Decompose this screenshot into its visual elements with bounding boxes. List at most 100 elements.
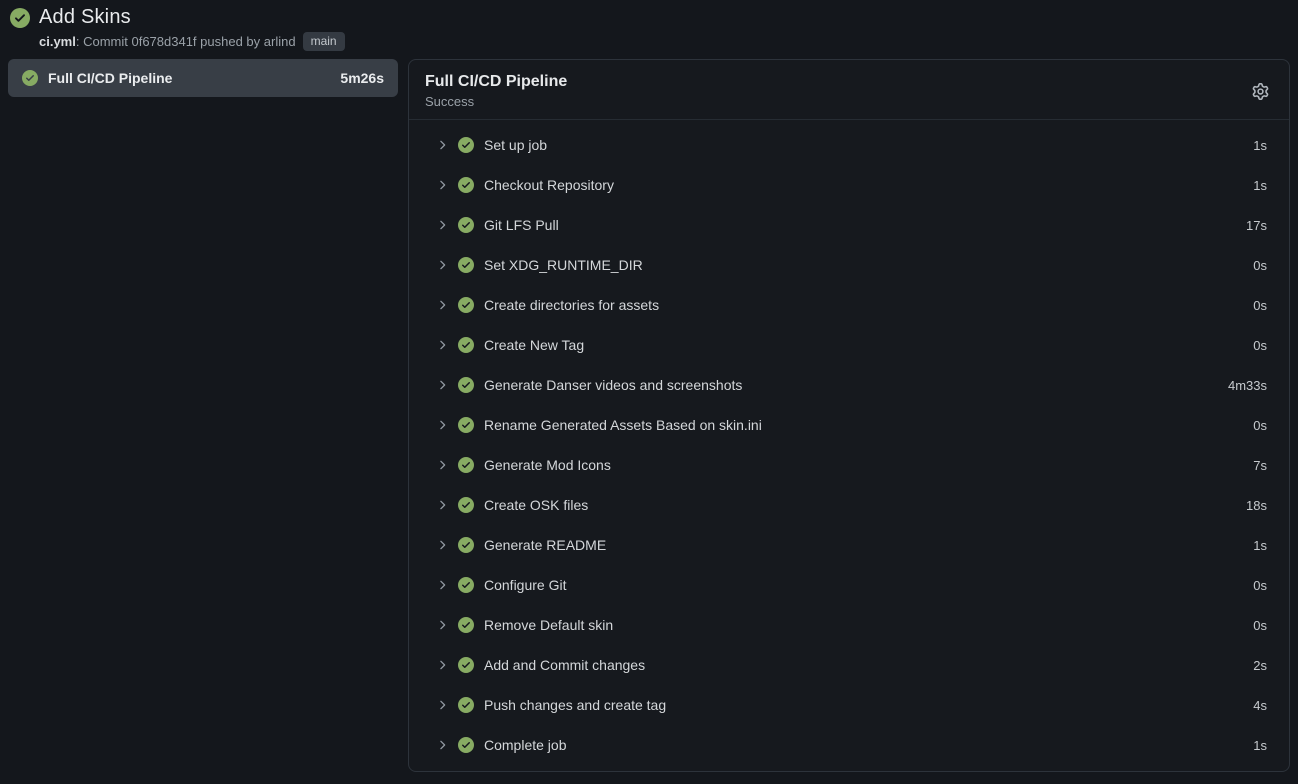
step-row[interactable]: Remove Default skin 0s: [409, 605, 1289, 645]
step-status-success-icon: [458, 377, 484, 393]
chevron-right-icon: [435, 378, 449, 392]
step-status-success-icon: [458, 177, 484, 193]
step-status-success-icon: [458, 737, 484, 753]
workflow-file-name: ci.yml: [39, 34, 76, 49]
job-detail-header-text: Full CI/CD Pipeline Success: [425, 73, 567, 109]
step-status-success-icon: [458, 657, 484, 673]
step-status-success-icon: [458, 337, 484, 353]
job-settings-button[interactable]: [1247, 78, 1273, 104]
step-name: Git LFS Pull: [484, 217, 1246, 233]
job-name: Full CI/CD Pipeline: [48, 70, 330, 86]
step-duration: 1s: [1253, 138, 1267, 153]
step-status-success-icon: [458, 297, 484, 313]
step-status-success-icon: [458, 457, 484, 473]
commit-hash-link[interactable]: 0f678d341f: [131, 34, 196, 49]
chevron-right-icon: [435, 218, 449, 232]
step-name: Generate Danser videos and screenshots: [484, 377, 1228, 393]
job-duration: 5m26s: [340, 70, 384, 86]
step-row[interactable]: Create New Tag 0s: [409, 325, 1289, 365]
step-duration: 0s: [1253, 618, 1267, 633]
chevron-right-icon: [435, 738, 449, 752]
step-name: Generate Mod Icons: [484, 457, 1253, 473]
step-status-success-icon: [458, 217, 484, 233]
step-name: Rename Generated Assets Based on skin.in…: [484, 417, 1253, 433]
step-name: Add and Commit changes: [484, 657, 1253, 673]
step-row[interactable]: Set XDG_RUNTIME_DIR 0s: [409, 245, 1289, 285]
step-duration: 17s: [1246, 218, 1267, 233]
chevron-right-icon: [435, 698, 449, 712]
step-duration: 0s: [1253, 258, 1267, 273]
step-row[interactable]: Git LFS Pull 17s: [409, 205, 1289, 245]
run-header: Add Skins ci.yml: Commit 0f678d341f push…: [0, 0, 1298, 59]
step-row[interactable]: Create directories for assets 0s: [409, 285, 1289, 325]
step-status-success-icon: [458, 137, 484, 153]
step-name: Remove Default skin: [484, 617, 1253, 633]
step-name: Create OSK files: [484, 497, 1246, 513]
step-duration: 0s: [1253, 418, 1267, 433]
run-subtitle: ci.yml: Commit 0f678d341f pushed by arli…: [39, 32, 1288, 51]
gear-icon: [1252, 83, 1269, 100]
step-name: Complete job: [484, 737, 1253, 753]
chevron-right-icon: [435, 498, 449, 512]
step-status-success-icon: [458, 577, 484, 593]
commit-author-link[interactable]: arlind: [264, 34, 296, 49]
run-status-success-icon: [10, 8, 30, 28]
step-name: Set XDG_RUNTIME_DIR: [484, 257, 1253, 273]
step-row[interactable]: Generate README 1s: [409, 525, 1289, 565]
step-duration: 1s: [1253, 538, 1267, 553]
step-status-success-icon: [458, 617, 484, 633]
job-detail-header: Full CI/CD Pipeline Success: [409, 60, 1289, 119]
job-detail-panel: Full CI/CD Pipeline Success Set up job: [408, 59, 1290, 772]
chevron-right-icon: [435, 178, 449, 192]
chevron-right-icon: [435, 458, 449, 472]
step-duration: 4m33s: [1228, 378, 1267, 393]
sidebar-job-item[interactable]: Full CI/CD Pipeline 5m26s: [8, 59, 398, 97]
step-row[interactable]: Configure Git 0s: [409, 565, 1289, 605]
step-duration: 0s: [1253, 298, 1267, 313]
steps-list: Set up job 1s Checkout Repository 1s: [409, 119, 1289, 772]
step-row[interactable]: Generate Mod Icons 7s: [409, 445, 1289, 485]
step-name: Push changes and create tag: [484, 697, 1253, 713]
chevron-right-icon: [435, 258, 449, 272]
step-status-success-icon: [458, 257, 484, 273]
step-status-success-icon: [458, 417, 484, 433]
run-content: Full CI/CD Pipeline 5m26s Full CI/CD Pip…: [0, 59, 1298, 772]
step-duration: 4s: [1253, 698, 1267, 713]
chevron-right-icon: [435, 298, 449, 312]
chevron-right-icon: [435, 578, 449, 592]
step-row[interactable]: Push changes and create tag 4s: [409, 685, 1289, 725]
step-row[interactable]: Add and Commit changes 2s: [409, 645, 1289, 685]
job-status-success-icon: [22, 70, 38, 86]
chevron-right-icon: [435, 338, 449, 352]
chevron-right-icon: [435, 658, 449, 672]
step-status-success-icon: [458, 497, 484, 513]
step-name: Configure Git: [484, 577, 1253, 593]
run-title-row: Add Skins: [10, 6, 1288, 29]
step-name: Checkout Repository: [484, 177, 1253, 193]
step-duration: 18s: [1246, 498, 1267, 513]
step-row[interactable]: Generate Danser videos and screenshots 4…: [409, 365, 1289, 405]
step-row[interactable]: Checkout Repository 1s: [409, 165, 1289, 205]
chevron-right-icon: [435, 138, 449, 152]
step-duration: 7s: [1253, 458, 1267, 473]
step-row[interactable]: Rename Generated Assets Based on skin.in…: [409, 405, 1289, 445]
chevron-right-icon: [435, 538, 449, 552]
run-title: Add Skins: [39, 6, 131, 29]
job-detail-title: Full CI/CD Pipeline: [425, 73, 567, 91]
step-name: Set up job: [484, 137, 1253, 153]
jobs-sidebar: Full CI/CD Pipeline 5m26s: [8, 59, 398, 97]
branch-badge[interactable]: main: [303, 32, 345, 51]
job-status-text: Success: [425, 94, 567, 109]
step-name: Create directories for assets: [484, 297, 1253, 313]
step-row[interactable]: Complete job 1s: [409, 725, 1289, 765]
step-row[interactable]: Create OSK files 18s: [409, 485, 1289, 525]
step-duration: 1s: [1253, 178, 1267, 193]
pushed-by-text: pushed by: [197, 34, 264, 49]
step-name: Create New Tag: [484, 337, 1253, 353]
step-duration: 1s: [1253, 738, 1267, 753]
chevron-right-icon: [435, 418, 449, 432]
step-row[interactable]: Set up job 1s: [409, 125, 1289, 165]
step-duration: 0s: [1253, 338, 1267, 353]
step-status-success-icon: [458, 697, 484, 713]
step-name: Generate README: [484, 537, 1253, 553]
